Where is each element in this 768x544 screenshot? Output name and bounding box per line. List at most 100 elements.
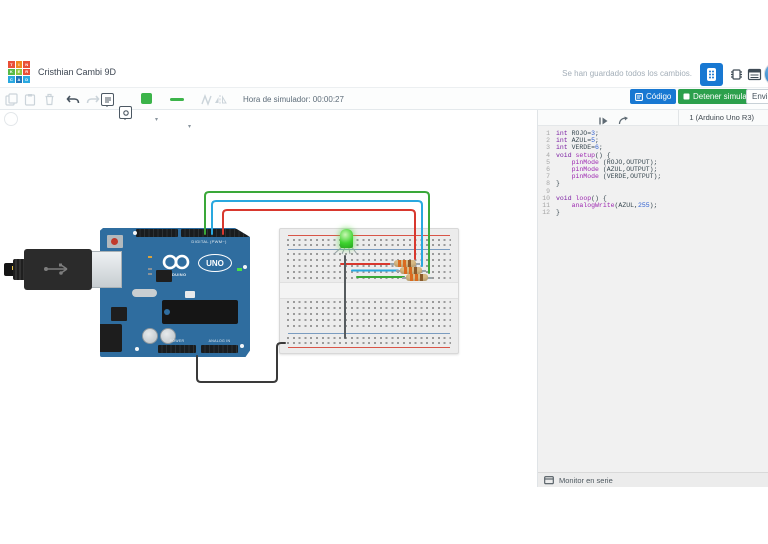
code-line[interactable]: 4 void setup() { [538, 152, 768, 159]
usb-port [90, 251, 122, 288]
reset-button[interactable] [107, 235, 123, 248]
breadboard-holes[interactable] [287, 271, 451, 273]
logo-cell: N [23, 61, 30, 68]
breadboard-holes[interactable] [287, 253, 451, 255]
breadboard-holes[interactable] [287, 301, 451, 303]
code-line[interactable]: 10 void loop() { [538, 195, 768, 202]
uno-model-label: UNO [198, 254, 232, 272]
line-number: 2 [546, 137, 550, 145]
arduino-uno-board[interactable]: DIGITAL (PWM~) ARDUINO UNO POWER ANALOG … [100, 228, 250, 357]
mounting-hole [240, 344, 244, 348]
paste-button[interactable] [24, 93, 36, 111]
panel-icon [747, 68, 762, 81]
code-line[interactable]: 7 pinMode (VERDE,OUTPUT); [538, 173, 768, 180]
line-number: 7 [546, 173, 550, 181]
digital-pin-header-right[interactable] [181, 229, 249, 237]
breadboard-rail-holes[interactable] [287, 239, 451, 241]
mounting-hole [243, 265, 247, 269]
usb-trident-icon [44, 263, 68, 275]
code-line[interactable]: 3 int VERDE=6; [538, 144, 768, 151]
breadboard-holes[interactable] [287, 259, 451, 261]
line-text: pinMode (VERDE,OUTPUT); [571, 173, 662, 181]
power-jack [100, 324, 122, 352]
redo-button[interactable] [86, 93, 100, 111]
line-number: 6 [546, 165, 550, 173]
breadboard-rail-holes[interactable] [287, 342, 451, 344]
code-line[interactable]: 2 int AZUL=5; [538, 137, 768, 144]
smd-component [185, 291, 195, 298]
chip-icon [731, 69, 742, 80]
flip-button[interactable] [214, 93, 228, 111]
breadboard-rail-holes[interactable] [287, 244, 451, 246]
breadboard-holes[interactable] [287, 325, 451, 327]
send-button[interactable]: Enviar [746, 89, 768, 104]
resistor-red-channel[interactable] [390, 260, 420, 267]
panel-view-button[interactable] [743, 63, 766, 86]
power-pin-header[interactable] [158, 345, 196, 353]
breadboard-center-channel [280, 282, 458, 299]
breadboard-holes[interactable] [287, 319, 451, 321]
code-panel: 1 (Arduino Uno R3) 1 int ROJO=3; 2 int AZUL… [537, 110, 768, 487]
analog-label: ANALOG IN [208, 339, 231, 343]
breadboard-holes[interactable] [287, 307, 451, 309]
line-text: analogWrite(AZUL,255); [571, 201, 658, 209]
resistor-green-channel[interactable] [402, 274, 432, 281]
mounting-hole [133, 231, 137, 235]
breadboard-holes[interactable] [287, 265, 451, 267]
code-line[interactable]: 5 pinMode (ROJO,OUTPUT); [538, 159, 768, 166]
tinkercad-logo[interactable]: TIN KER CAD [8, 61, 30, 83]
wire-style-picker[interactable] [170, 98, 184, 101]
code-line[interactable]: 11 analogWrite(AZUL,255); [538, 202, 768, 209]
digital-pin-header-left[interactable] [136, 229, 178, 237]
code-editor[interactable]: 1 int ROJO=3; 2 int AZUL=5; 3 int VERDE=6; 4 vo… [538, 130, 768, 471]
arduino-infinity-logo [162, 254, 190, 270]
code-panel-header: 1 (Arduino Uno R3) [538, 110, 768, 126]
app-header: TIN KER CAD Cristhian Cambi 9D Se han guar… [0, 57, 768, 87]
breadboard[interactable] [279, 228, 459, 354]
annotation-tool-button[interactable] [119, 106, 132, 120]
line-text: int VERDE=6; [556, 144, 603, 152]
code-line[interactable]: 9 [538, 188, 768, 195]
rgb-led[interactable] [340, 229, 353, 248]
line-number: 12 [542, 209, 550, 217]
delete-button[interactable] [44, 93, 55, 111]
code-button[interactable]: Código [630, 89, 677, 104]
logo-cell: A [15, 76, 23, 83]
pin13-led [148, 256, 152, 258]
code-line[interactable]: 6 pinMode (AZUL,OUTPUT); [538, 166, 768, 173]
copy-button[interactable] [5, 93, 18, 111]
line-number: 4 [546, 151, 550, 159]
transistor [111, 307, 127, 321]
color-picker[interactable] [141, 93, 152, 104]
logo-cell: D [23, 76, 30, 83]
debugger-button[interactable] [598, 113, 609, 131]
analog-pin-header[interactable] [201, 345, 238, 353]
usb-plug[interactable] [24, 249, 92, 290]
document-title[interactable]: Cristhian Cambi 9D [38, 67, 116, 77]
logo-cell: I [15, 61, 23, 68]
logo-cell: K [8, 68, 15, 76]
line-number: 9 [546, 187, 550, 195]
label-tool-button[interactable] [101, 93, 114, 107]
serial-monitor-label: Monitor en serie [559, 475, 613, 485]
breadboard-holes[interactable] [287, 313, 451, 315]
capacitor [142, 328, 158, 344]
resistor-blue-channel[interactable] [396, 267, 426, 274]
board-selector-dropdown[interactable]: 1 (Arduino Uno R3) [678, 110, 764, 126]
code-line[interactable]: 1 int ROJO=3; [538, 130, 768, 137]
breadboard-rail-holes[interactable] [287, 337, 451, 339]
line-number: 10 [542, 194, 550, 202]
serial-monitor-icon [544, 475, 554, 484]
component-icon [707, 68, 716, 81]
code-line[interactable]: 12} [538, 209, 768, 216]
main-toolbar: ▾ ▾ Hora de simulador: 00:00:27 Código D… [0, 87, 768, 130]
serial-monitor-bar[interactable]: Monitor en serie [538, 472, 768, 487]
code-line[interactable]: 8} [538, 180, 768, 187]
undo-button[interactable] [66, 93, 80, 111]
rotate-button[interactable] [200, 93, 213, 111]
zoom-to-fit-button[interactable] [4, 112, 18, 126]
breadboard-positive-rail-line [288, 347, 450, 348]
line-text: pinMode (ROJO,OUTPUT); [571, 158, 658, 166]
components-panel-button[interactable] [700, 63, 723, 86]
export-code-button[interactable] [618, 113, 630, 131]
